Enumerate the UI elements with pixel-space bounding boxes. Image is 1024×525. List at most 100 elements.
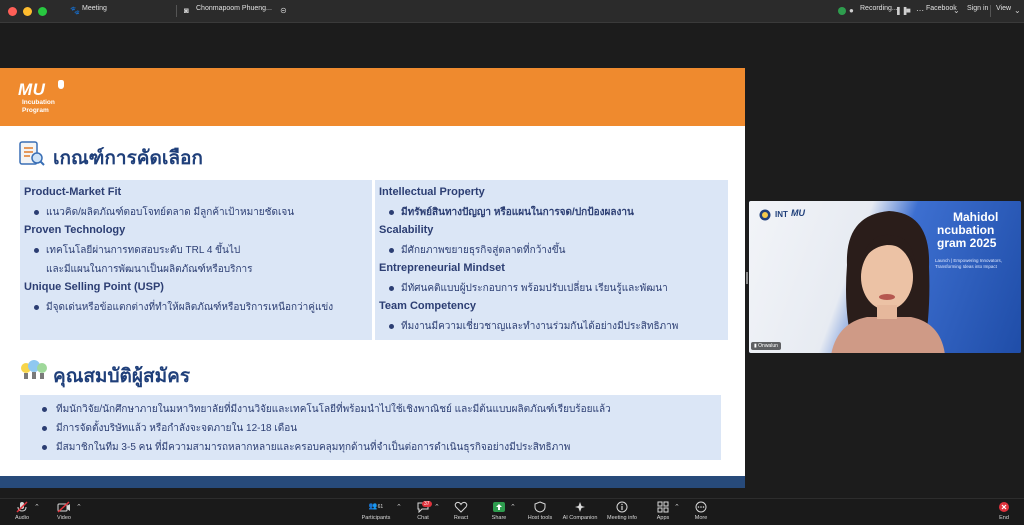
- sparkle-icon: [575, 502, 585, 512]
- audio-label: Audio: [14, 515, 30, 521]
- bullet: [389, 324, 394, 329]
- audio-button[interactable]: Audio: [10, 501, 34, 521]
- end-call-icon: [999, 502, 1009, 512]
- criteria-heading: Proven Technology: [24, 224, 126, 236]
- criteria-left-panel: Product-Market Fit แนวคิด/ผลิตภัณฑ์ตอบโจ…: [20, 180, 372, 340]
- participants-icon: 👥61: [368, 503, 384, 510]
- end-label: End: [999, 515, 1009, 521]
- info-icon: [616, 501, 628, 513]
- qualification-item: ทีมนักวิจัย/นักศึกษาภายในมหาวิทยาลัยที่ม…: [56, 404, 611, 415]
- selection-criteria-title: เกณฑ์การคัดเลือก: [53, 148, 203, 169]
- criteria-heading: Product-Market Fit: [24, 186, 122, 198]
- share-screen-icon: [493, 502, 505, 512]
- bullet: [34, 305, 39, 310]
- speaker-options-icon[interactable]: ⊝: [280, 6, 287, 15]
- window-title-bar: 🐾 Meeting ◙ Chonmapoom Phueng... ⊝ ● Rec…: [0, 0, 1024, 23]
- host-tools-label: Host tools: [527, 515, 553, 521]
- host-tools-button[interactable]: Host tools: [526, 501, 554, 521]
- video-label: Video: [57, 515, 71, 521]
- criteria-heading: Scalability: [379, 224, 434, 236]
- close-window-button[interactable]: [8, 7, 17, 16]
- criteria-item: มีจุดเด่นหรือข้อแตกต่างที่ทำให้ผลิตภัณฑ์…: [46, 302, 334, 313]
- meeting-label: Meeting: [82, 5, 107, 12]
- window-controls: [8, 7, 47, 16]
- shield-icon: [534, 501, 546, 513]
- criteria-item: มีทัศนคติแบบผู้ประกอบการ พร้อมปรับเปลี่ย…: [401, 283, 668, 294]
- chat-label: Chat: [417, 515, 429, 521]
- shared-screen-slide: MU Incubation Program เกณฑ์การคัดเลือก P…: [0, 68, 745, 488]
- qualifications-panel: ทีมนักวิจัย/นักศึกษาภายในมหาวิทยาลัยที่ม…: [20, 395, 721, 460]
- security-shield-icon[interactable]: [838, 7, 846, 15]
- video-button[interactable]: Video: [52, 501, 76, 521]
- criteria-right-panel: Intellectual Property มีทรัพย์สินทางปัญญ…: [375, 180, 728, 340]
- bullet: [389, 210, 394, 215]
- apps-button[interactable]: Apps: [652, 501, 674, 521]
- logo-sub-line1: Incubation: [22, 99, 55, 106]
- bullet: [34, 248, 39, 253]
- sign-in-link[interactable]: Sign in: [967, 5, 988, 12]
- ai-companion-button[interactable]: AI Companion: [562, 501, 598, 521]
- chevron-down-icon[interactable]: ⌄: [1014, 6, 1021, 15]
- chevron-down-icon[interactable]: ⌄: [953, 6, 960, 15]
- recording-more-icon[interactable]: ⋯: [916, 6, 924, 15]
- ai-companion-label: AI Companion: [562, 515, 598, 521]
- participant-video-tile[interactable]: INT MU Mahidol ncubation gram 2025 Launc…: [749, 201, 1021, 353]
- minimize-window-button[interactable]: [23, 7, 32, 16]
- criteria-heading: Entrepreneurial Mindset: [379, 262, 505, 274]
- mu-logo-small: MU: [791, 208, 805, 218]
- more-label: More: [694, 515, 708, 521]
- share-label: Share: [491, 515, 507, 521]
- chat-button[interactable]: 37 Chat: [412, 501, 434, 521]
- heart-icon: [454, 501, 468, 513]
- meeting-controls-toolbar: Audio ⌃ Video ⌃ 👥61 Participants ⌃ 37 Ch…: [0, 498, 1024, 525]
- audio-options-chevron-icon[interactable]: ⌃: [34, 503, 40, 511]
- react-label: React: [453, 515, 469, 521]
- chat-unread-badge: 37: [422, 501, 432, 507]
- divider: [990, 5, 991, 17]
- share-options-chevron-icon[interactable]: ⌃: [510, 503, 516, 511]
- speaker-icon: ◙: [184, 6, 189, 15]
- logo-drop-icon: [58, 80, 64, 89]
- chat-options-chevron-icon[interactable]: ⌃: [434, 503, 440, 511]
- apps-label: Apps: [656, 515, 670, 521]
- qualification-item: มีการจัดตั้งบริษัทแล้ว หรือกำลังจะจดภายใ…: [56, 423, 298, 434]
- view-menu[interactable]: View: [996, 5, 1011, 12]
- end-meeting-button[interactable]: End: [993, 501, 1015, 521]
- split-resize-handle[interactable]: [746, 272, 748, 284]
- criteria-item: มีศักยภาพขยายธุรกิจสู่ตลาดที่กว้างขึ้น: [401, 245, 566, 256]
- participants-label: Participants: [361, 515, 391, 521]
- meeting-info-button[interactable]: Meeting info: [605, 501, 639, 521]
- criteria-heading: Unique Selling Point (USP): [24, 281, 164, 293]
- criteria-item: และมีแผนในการพัฒนาเป็นผลิตภัณฑ์หรือบริกา…: [46, 264, 253, 275]
- university-seal-icon: [759, 209, 771, 221]
- criteria-item: แนวคิด/ผลิตภัณฑ์ตอบโจทย์ตลาด มีลูกค้าเป้…: [46, 207, 295, 218]
- active-speaker-label: Chonmapoom Phueng...: [196, 5, 272, 12]
- stop-recording-icon[interactable]: ■: [906, 6, 911, 15]
- apps-options-chevron-icon[interactable]: ⌃: [674, 503, 680, 511]
- criteria-heading: Intellectual Property: [379, 186, 485, 198]
- logo-sub-line2: Program: [22, 106, 49, 114]
- participants-count: 61: [377, 504, 384, 510]
- video-options-chevron-icon[interactable]: ⌃: [76, 503, 82, 511]
- slide-header-band: MU Incubation Program: [0, 68, 745, 126]
- bullet: [389, 248, 394, 253]
- share-button[interactable]: Share: [488, 501, 510, 521]
- qualification-item: มีสมาชิกในทีม 3-5 คน ที่มีความสามารถหลาก…: [56, 442, 571, 453]
- paw-icon: 🐾: [70, 6, 80, 15]
- logo-subtitle: Incubation Program: [22, 99, 55, 114]
- checklist-magnifier-icon: [19, 141, 45, 166]
- maximize-window-button[interactable]: [38, 7, 47, 16]
- lightbulb-icon: [21, 360, 47, 379]
- signal-icon: ▮: [754, 343, 757, 349]
- react-button[interactable]: React: [450, 501, 472, 521]
- more-button[interactable]: More: [690, 501, 712, 521]
- criteria-heading: Team Competency: [379, 300, 476, 312]
- participants-options-chevron-icon[interactable]: ⌃: [396, 503, 402, 511]
- participants-button[interactable]: 👥61 Participants: [358, 501, 394, 521]
- applicant-qualifications-title: คุณสมบัติผู้สมัคร: [53, 366, 191, 387]
- mu-logo: MU: [18, 80, 46, 99]
- bullet: [389, 286, 394, 291]
- criteria-item: ทีมงานมีความเชี่ยวชาญและทำงานร่วมกันได้อ…: [401, 321, 679, 332]
- divider: [176, 5, 177, 17]
- more-dots-icon: [695, 501, 707, 513]
